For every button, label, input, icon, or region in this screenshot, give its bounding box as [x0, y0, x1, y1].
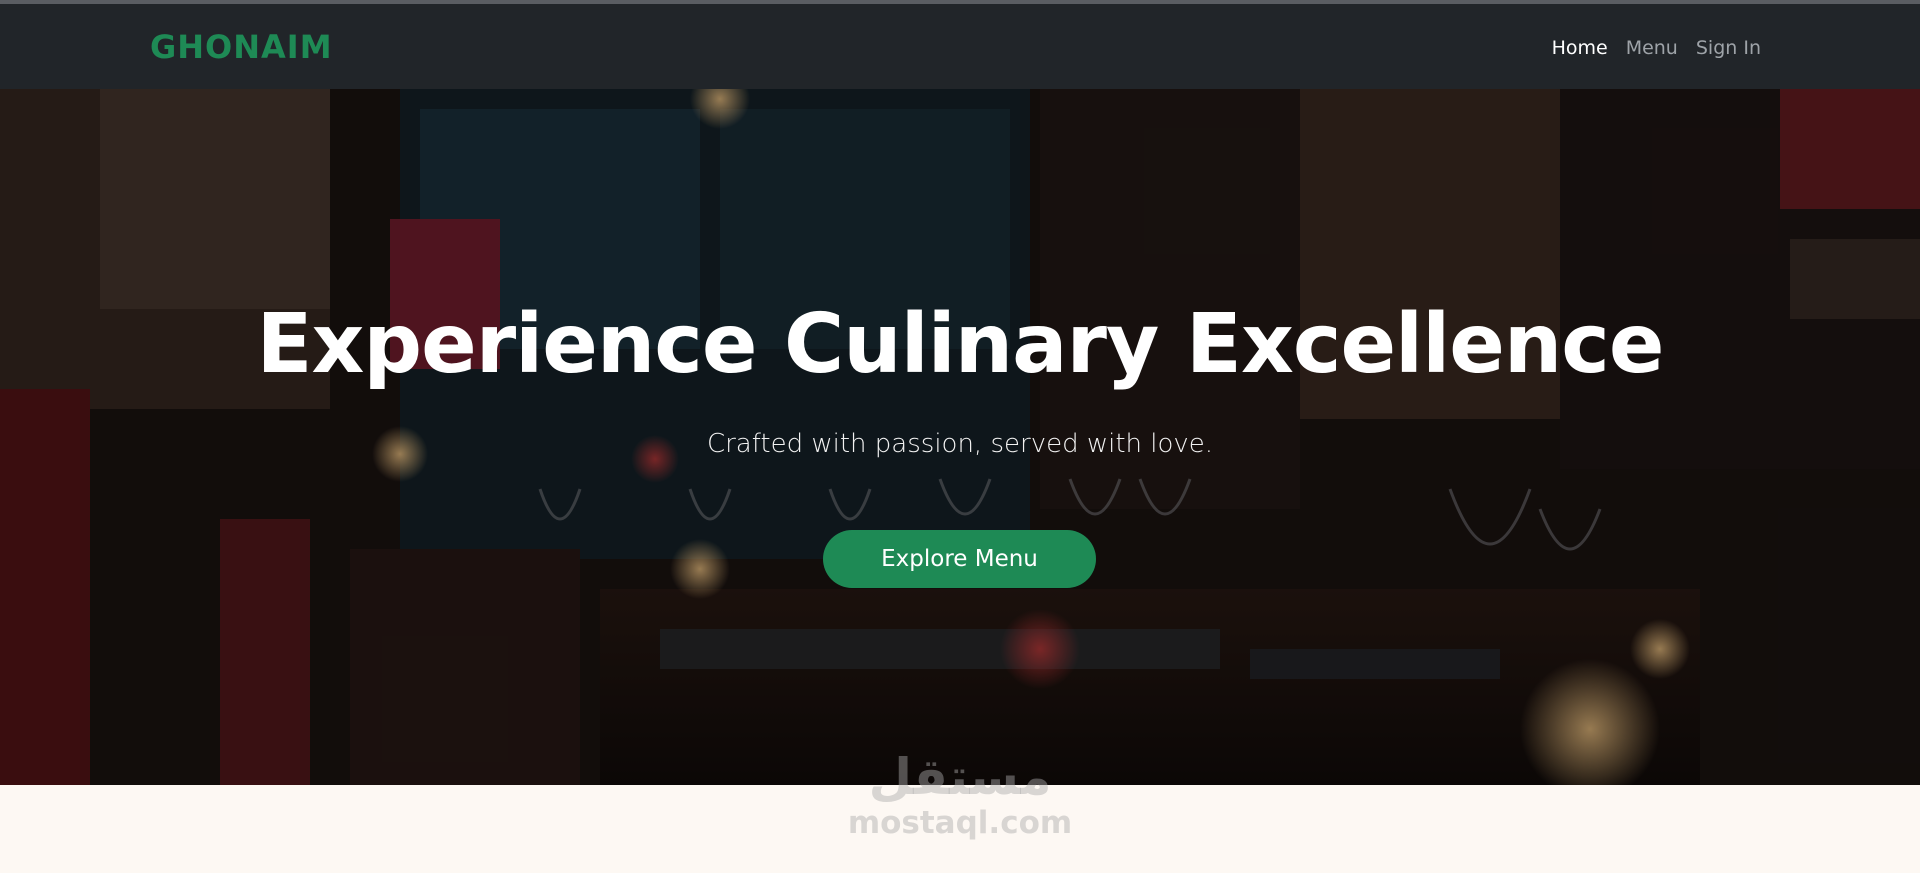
- explore-menu-button[interactable]: Explore Menu: [823, 530, 1096, 588]
- watermark: مستقل mostaql.com: [845, 748, 1075, 858]
- nav-link-sign-in[interactable]: Sign In: [1696, 37, 1761, 59]
- watermark-logo: مستقل: [868, 748, 1052, 806]
- brand-logo[interactable]: GHONAIM: [150, 28, 333, 66]
- hero-title: Experience Culinary Excellence: [256, 297, 1664, 392]
- hero-subtitle: Crafted with passion, served with love.: [706, 429, 1214, 459]
- navbar: GHONAIM Home Menu Sign In: [0, 4, 1920, 89]
- nav-links: Home Menu Sign In: [1552, 37, 1761, 59]
- nav-link-menu[interactable]: Menu: [1626, 37, 1678, 59]
- hero-section: Experience Culinary Excellence Crafted w…: [0, 89, 1920, 785]
- nav-link-home[interactable]: Home: [1552, 37, 1608, 59]
- watermark-url: mostaql.com: [847, 805, 1073, 841]
